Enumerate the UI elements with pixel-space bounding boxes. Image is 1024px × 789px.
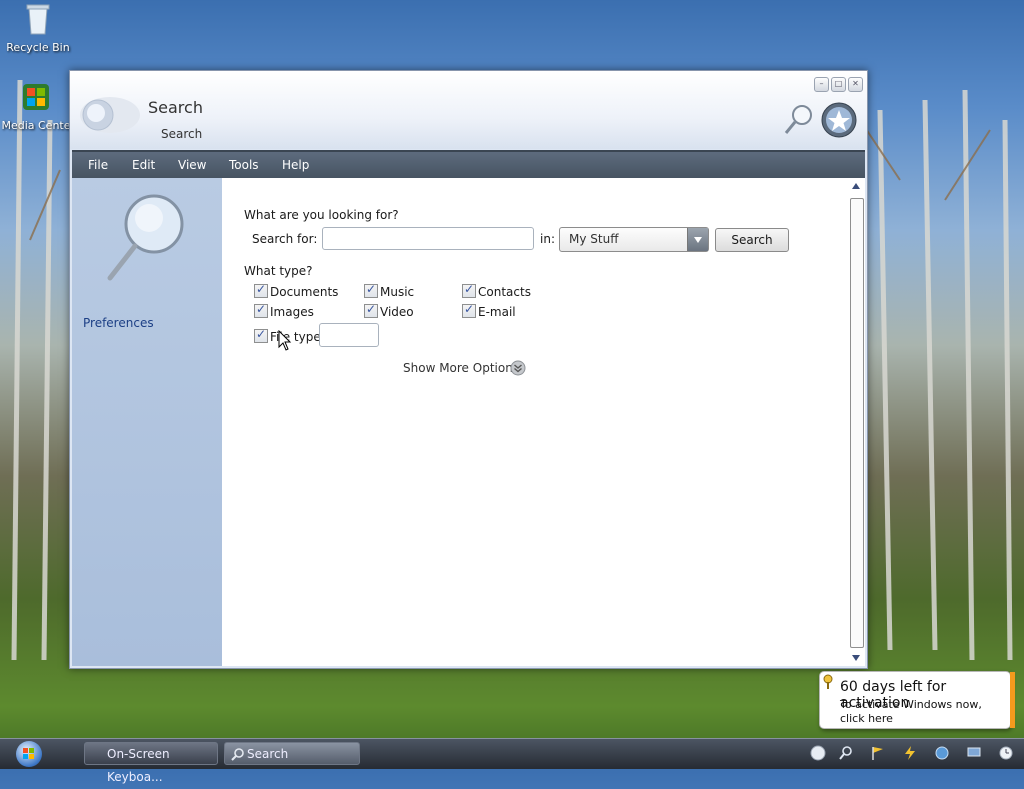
- window-title: Search: [148, 98, 203, 117]
- images-label: Images: [270, 305, 314, 319]
- minimize-button[interactable]: –: [814, 77, 829, 92]
- notification-accent-bar: [1010, 672, 1015, 728]
- taskbar-item-label: On-Screen Keyboa...: [107, 747, 170, 784]
- what-type-heading: What type?: [244, 264, 313, 278]
- email-checkbox[interactable]: [462, 302, 476, 318]
- scroll-down-arrow-icon[interactable]: [851, 654, 861, 662]
- window-subtitle: Search: [161, 127, 203, 141]
- double-chevron-down-icon[interactable]: [510, 360, 526, 376]
- key-warning-icon: [823, 674, 833, 689]
- windows-logo-icon: [23, 748, 34, 759]
- network-icon[interactable]: [934, 745, 950, 761]
- maximize-button[interactable]: □: [831, 77, 846, 92]
- question-heading: What are you looking for?: [244, 208, 399, 222]
- title-bar[interactable]: Search Search – □ ✕: [70, 71, 867, 149]
- taskbar-item-label: Search: [247, 747, 289, 761]
- scroll-up-arrow-icon[interactable]: [851, 182, 861, 190]
- trash-icon: [26, 4, 50, 35]
- menu-tools[interactable]: Tools: [229, 158, 259, 172]
- power-icon[interactable]: [902, 745, 918, 761]
- menu-view[interactable]: View: [178, 158, 206, 172]
- contacts-checkbox[interactable]: [462, 282, 476, 298]
- menu-bar: File Edit View Tools Help: [72, 150, 865, 180]
- location-value: My Stuff: [569, 232, 619, 246]
- clock-icon[interactable]: [998, 745, 1014, 761]
- preferences-link[interactable]: Preferences: [83, 316, 154, 330]
- display-icon[interactable]: [966, 745, 982, 761]
- show-more-options-link[interactable]: Show More Options: [403, 361, 519, 375]
- in-label: in:: [540, 232, 555, 246]
- start-button[interactable]: [16, 741, 42, 767]
- menu-help[interactable]: Help: [282, 158, 309, 172]
- file-type-checkbox[interactable]: [254, 327, 268, 343]
- search-button[interactable]: Search: [715, 228, 789, 252]
- show-desktop-icon[interactable]: [810, 745, 826, 761]
- search-for-label: Search for:: [252, 232, 318, 246]
- favorites-star-icon[interactable]: [820, 101, 858, 139]
- taskbar-item-onscreen-keyboard[interactable]: On-Screen Keyboa...: [84, 742, 218, 784]
- contacts-label: Contacts: [478, 285, 531, 299]
- search-window: Search Search – □ ✕ File Edit View Tools…: [69, 70, 868, 669]
- search-magnifier-icon[interactable]: [780, 101, 818, 139]
- close-button[interactable]: ✕: [848, 77, 863, 92]
- tray-search-icon[interactable]: [838, 745, 854, 761]
- sidebar: Preferences: [72, 178, 222, 666]
- video-checkbox[interactable]: [364, 302, 378, 318]
- menu-edit[interactable]: Edit: [132, 158, 155, 172]
- media-center-label: Media Cente: [1, 119, 71, 132]
- chevron-down-icon[interactable]: [687, 228, 708, 251]
- windows-media-center-icon: [23, 84, 49, 110]
- recycle-bin-icon[interactable]: Recycle Bin: [0, 2, 78, 54]
- taskbar: On-Screen Keyboa... Search: [0, 738, 1024, 784]
- documents-label: Documents: [270, 285, 339, 299]
- activation-body: To activate Windows now, click here: [840, 698, 982, 725]
- music-label: Music: [380, 285, 415, 299]
- file-type-input[interactable]: [319, 323, 379, 347]
- taskbar-item-search[interactable]: Search: [224, 742, 360, 765]
- menu-file[interactable]: File: [88, 158, 108, 172]
- activation-notification[interactable]: 60 days left for activation To activate …: [819, 671, 1011, 729]
- search-icon: [231, 748, 244, 761]
- vertical-scrollbar[interactable]: [848, 178, 865, 666]
- recycle-bin-label: Recycle Bin: [6, 41, 70, 54]
- scroll-track[interactable]: [850, 198, 864, 648]
- search-form: What are you looking for? Search for: in…: [222, 178, 848, 666]
- magnifying-glass-icon: [107, 194, 184, 281]
- documents-checkbox[interactable]: [254, 282, 268, 298]
- app-orb-icon: [80, 97, 140, 133]
- email-label: E-mail: [478, 305, 516, 319]
- location-dropdown[interactable]: My Stuff: [559, 227, 709, 252]
- media-center-icon[interactable]: Media Cente: [0, 80, 76, 132]
- flag-icon[interactable]: [870, 745, 886, 761]
- search-input[interactable]: [322, 227, 534, 250]
- music-checkbox[interactable]: [364, 282, 378, 298]
- mouse-cursor-icon: [278, 330, 292, 351]
- video-label: Video: [380, 305, 414, 319]
- images-checkbox[interactable]: [254, 302, 268, 318]
